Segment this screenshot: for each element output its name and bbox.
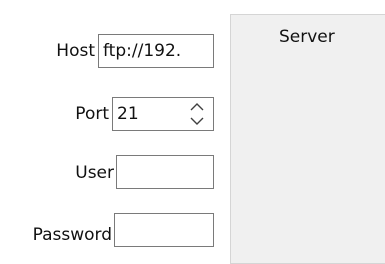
port-label: Port: [75, 104, 109, 124]
user-label: User: [75, 163, 114, 183]
port-value: 21: [117, 104, 139, 124]
host-label: Host: [56, 41, 95, 61]
password-label: Password: [32, 225, 112, 245]
password-input[interactable]: [114, 213, 214, 247]
port-spinner[interactable]: [187, 100, 207, 128]
chevron-up-icon[interactable]: [187, 100, 207, 113]
chevron-down-icon[interactable]: [187, 115, 207, 128]
user-input[interactable]: [116, 155, 214, 189]
host-input[interactable]: ftp://192.: [98, 34, 214, 68]
server-panel-title: Server: [279, 27, 335, 47]
port-stepper[interactable]: 21: [112, 97, 214, 131]
server-panel: Server: [230, 14, 385, 264]
